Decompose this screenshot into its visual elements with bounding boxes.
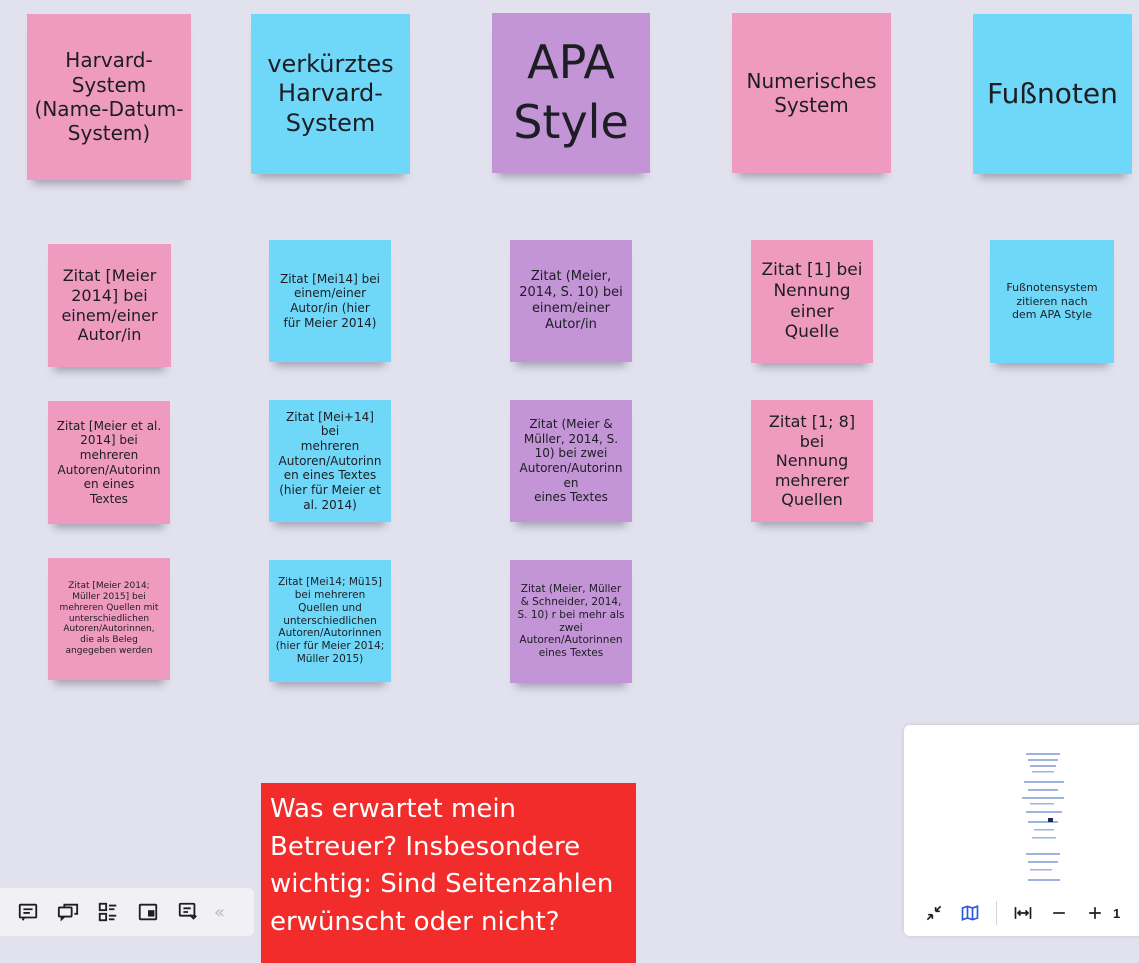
note-harvard-multiple-sources[interactable]: Zitat [Meier 2014; Müller 2015] bei mehr… bbox=[48, 558, 170, 680]
toggle-map-button[interactable] bbox=[952, 897, 988, 929]
divider bbox=[996, 901, 997, 925]
map-icon bbox=[961, 905, 979, 921]
presentation-icon bbox=[178, 902, 197, 920]
note-text: verkürztes Harvard- System bbox=[267, 50, 394, 137]
presentation-button[interactable] bbox=[168, 892, 208, 932]
note-header-harvard[interactable]: Harvard- System (Name-Datum- System) bbox=[27, 14, 191, 180]
plus-icon bbox=[1089, 907, 1101, 919]
note-text: Zitat [Meier 2014; Müller 2015] bei mehr… bbox=[59, 580, 159, 657]
frame-icon bbox=[138, 903, 158, 921]
note-footnote-apa[interactable]: Fußnotensystem zitieren nach dem APA Sty… bbox=[990, 240, 1114, 363]
note-short-harvard-single-author[interactable]: Zitat [Mei14] bei einem/einer Autor/in (… bbox=[269, 240, 391, 362]
minimap-controls: 1 bbox=[916, 897, 1139, 929]
note-numeric-multiple-sources[interactable]: Zitat [1; 8] bei Nennung mehrerer Quelle… bbox=[751, 400, 873, 522]
collapse-toolbar-button[interactable]: « bbox=[214, 902, 225, 923]
comments-button[interactable] bbox=[8, 892, 48, 932]
note-short-harvard-multiple-sources[interactable]: Zitat [Mei14; Mü15] bei mehreren Quellen… bbox=[269, 560, 391, 682]
note-text: Zitat [Mei14; Mü15] bei mehreren Quellen… bbox=[275, 576, 385, 665]
shrink-arrows-icon bbox=[926, 905, 942, 921]
note-text: Zitat [1] bei Nennung einer Quelle bbox=[761, 260, 863, 343]
note-text: Zitat [1; 8] bei Nennung mehrerer Quelle… bbox=[768, 412, 856, 510]
note-header-footnotes[interactable]: Fußnoten bbox=[973, 14, 1132, 174]
note-short-harvard-multiple-authors[interactable]: Zitat [Mei+14] bei mehreren Autoren/Auto… bbox=[269, 400, 391, 522]
note-header-numeric[interactable]: Numerisches System bbox=[732, 13, 891, 173]
note-apa-more-than-two-authors[interactable]: Zitat (Meier, Müller & Schneider, 2014, … bbox=[510, 560, 632, 683]
note-text: Zitat [Meier 2014] bei einem/einer Autor… bbox=[61, 266, 158, 345]
note-harvard-multiple-authors[interactable]: Zitat [Meier et al. 2014] bei mehreren A… bbox=[48, 401, 170, 524]
minus-icon bbox=[1053, 912, 1065, 914]
note-text: Was erwartet mein Betreuer? Insbesondere… bbox=[270, 794, 614, 938]
note-numeric-single-source[interactable]: Zitat [1] bei Nennung einer Quelle bbox=[751, 240, 873, 363]
frames-button[interactable] bbox=[128, 892, 168, 932]
note-text: APA Style bbox=[513, 35, 629, 149]
minimap-panel: 1 bbox=[904, 725, 1139, 936]
note-apa-single-author[interactable]: Zitat (Meier, 2014, S. 10) bei einem/ein… bbox=[510, 240, 632, 362]
zoom-in-button[interactable] bbox=[1077, 897, 1113, 929]
note-text: Fußnotensystem zitieren nach dem APA Sty… bbox=[1006, 281, 1098, 322]
note-text: Zitat [Mei14] bei einem/einer Autor/in (… bbox=[280, 271, 380, 330]
collapse-minimap-button[interactable] bbox=[916, 897, 952, 929]
note-text: Zitat (Meier, Müller & Schneider, 2014, … bbox=[517, 583, 625, 660]
note-harvard-single-author[interactable]: Zitat [Meier 2014] bei einem/einer Autor… bbox=[48, 244, 171, 367]
outline-list-icon bbox=[98, 902, 117, 922]
note-text: Zitat (Meier, 2014, S. 10) bei einem/ein… bbox=[519, 269, 623, 332]
note-text: Harvard- System (Name-Datum- System) bbox=[34, 48, 184, 146]
zoom-level[interactable]: 1 bbox=[1113, 906, 1120, 921]
note-header-apa[interactable]: APA Style bbox=[492, 13, 650, 173]
outline-button[interactable] bbox=[88, 892, 128, 932]
note-text: Zitat [Mei+14] bei mehreren Autoren/Auto… bbox=[278, 409, 382, 512]
bottom-toolbar: « bbox=[0, 888, 254, 936]
note-header-short-harvard[interactable]: verkürztes Harvard- System bbox=[251, 14, 410, 174]
note-question-supervisor[interactable]: Was erwartet mein Betreuer? Insbesondere… bbox=[261, 783, 636, 963]
comments-icon bbox=[18, 903, 38, 921]
zoom-out-button[interactable] bbox=[1041, 897, 1077, 929]
minimap-view[interactable] bbox=[924, 741, 1139, 891]
note-apa-two-authors[interactable]: Zitat (Meier & Müller, 2014, S. 10) bei … bbox=[510, 400, 632, 522]
fit-to-screen-button[interactable] bbox=[1005, 897, 1041, 929]
chat-button[interactable] bbox=[48, 892, 88, 932]
note-text: Zitat (Meier & Müller, 2014, S. 10) bei … bbox=[519, 417, 623, 505]
chat-icon bbox=[57, 903, 79, 922]
note-text: Fußnoten bbox=[987, 76, 1118, 110]
note-text: Numerisches System bbox=[746, 68, 877, 117]
note-text: Zitat [Meier et al. 2014] bei mehreren A… bbox=[56, 418, 162, 506]
fit-width-icon bbox=[1014, 907, 1032, 919]
